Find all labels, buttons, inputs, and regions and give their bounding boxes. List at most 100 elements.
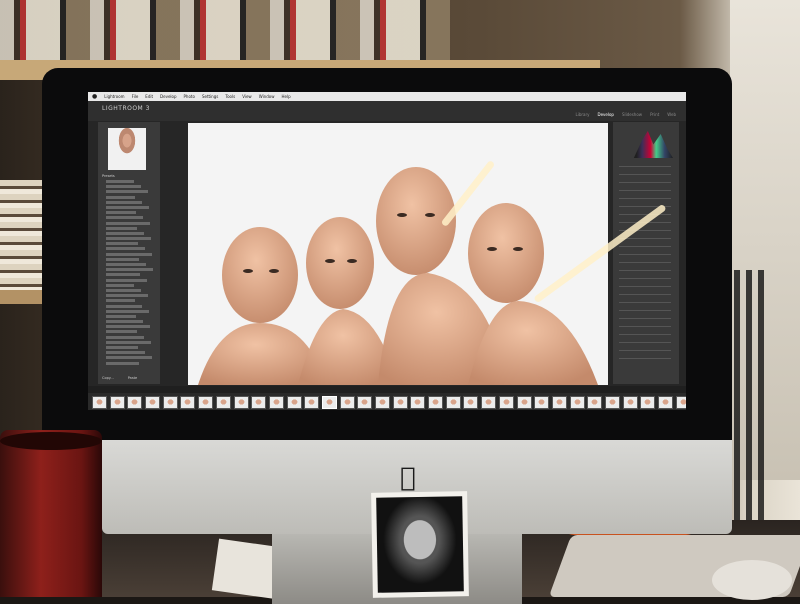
filmstrip-thumbnail[interactable] (198, 396, 214, 409)
filmstrip-thumbnail[interactable] (145, 396, 161, 409)
preset-item[interactable] (106, 314, 136, 318)
filmstrip-thumbnail[interactable] (445, 396, 461, 409)
filmstrip-thumbnail[interactable] (658, 396, 673, 409)
menu-item-edit[interactable]: Edit (145, 94, 153, 99)
filmstrip-thumbnail[interactable] (640, 396, 656, 409)
menu-item-photo[interactable]: Photo (184, 94, 195, 99)
filmstrip-thumbnail[interactable] (251, 396, 267, 409)
preset-item[interactable] (106, 195, 135, 199)
filmstrip-thumbnail[interactable] (339, 396, 355, 409)
filmstrip-thumbnail[interactable] (304, 396, 320, 409)
preset-item[interactable] (106, 356, 152, 360)
preset-item[interactable] (106, 273, 140, 277)
preset-item[interactable] (106, 268, 153, 272)
menu-item-develop[interactable]: Develop (160, 94, 176, 99)
filmstrip-thumbnail[interactable] (268, 396, 284, 409)
preset-item[interactable] (106, 325, 150, 329)
preset-item[interactable] (106, 309, 149, 313)
filmstrip-thumbnail[interactable] (622, 396, 638, 409)
preset-item[interactable] (106, 283, 134, 287)
preset-item[interactable] (106, 185, 141, 189)
filmstrip-thumbnail[interactable] (604, 396, 620, 409)
filmstrip-thumbnail[interactable] (516, 396, 532, 409)
menu-item-window[interactable]: Window (259, 94, 275, 99)
preset-item[interactable] (106, 320, 143, 324)
menu-item-view[interactable]: View (242, 94, 252, 99)
app-toolbar: LIGHTROOM 3 Library Develop Slideshow Pr… (88, 101, 686, 121)
menu-item-settings[interactable]: Settings (202, 94, 218, 99)
preset-item[interactable] (106, 335, 144, 339)
filmstrip-thumbnail[interactable] (180, 396, 196, 409)
develop-sliders[interactable] (619, 166, 671, 366)
preset-item[interactable] (106, 299, 135, 303)
menu-item-file[interactable]: File (132, 94, 139, 99)
filmstrip-thumbnail[interactable] (428, 396, 444, 409)
preset-item[interactable] (106, 237, 151, 241)
menu-item-app[interactable]: Lightroom (104, 94, 124, 99)
menu-item-help[interactable]: Help (281, 94, 290, 99)
module-library[interactable]: Library (575, 112, 589, 117)
filmstrip-thumbnail[interactable] (92, 396, 107, 409)
preset-item[interactable] (106, 330, 137, 334)
preset-item[interactable] (106, 231, 144, 235)
filmstrip-thumbnail[interactable] (215, 396, 231, 409)
preset-item[interactable] (106, 211, 136, 215)
filmstrip-thumbnail[interactable] (534, 396, 550, 409)
filmstrip-thumbnail[interactable] (675, 396, 686, 409)
preset-item[interactable] (106, 294, 148, 298)
filmstrip-thumbnail[interactable] (109, 396, 125, 409)
filmstrip-thumbnail[interactable] (357, 396, 373, 409)
preset-item[interactable] (106, 190, 148, 194)
preset-item[interactable] (106, 351, 145, 355)
filmstrip-thumbnail[interactable] (162, 396, 178, 409)
filmstrip-thumbnail[interactable] (410, 396, 426, 409)
filmstrip-thumbnail[interactable] (498, 396, 514, 409)
preset-item[interactable] (106, 180, 134, 183)
filmstrip-thumbnail[interactable] (481, 396, 497, 409)
right-panel (613, 122, 679, 384)
filmstrip-thumbnail[interactable] (587, 396, 603, 409)
preset-item[interactable] (106, 278, 147, 282)
preset-item[interactable] (106, 340, 151, 344)
filmstrip-thumbnail[interactable] (392, 396, 408, 409)
preset-item[interactable] (106, 205, 149, 209)
filmstrip (88, 393, 686, 410)
polaroid-print (371, 491, 469, 598)
preset-item[interactable] (106, 263, 146, 266)
preset-item[interactable] (106, 216, 143, 220)
preset-item[interactable] (106, 288, 141, 292)
red-cup (0, 430, 102, 597)
filmstrip-thumbnail[interactable] (233, 396, 249, 409)
menu-item-tools[interactable]: Tools (225, 94, 235, 99)
preset-item[interactable] (106, 242, 138, 246)
module-print[interactable]: Print (650, 112, 659, 117)
apple-menu-icon[interactable]: ● (92, 93, 97, 100)
paste-button[interactable]: Paste (128, 376, 137, 380)
filmstrip-thumbnail[interactable] (286, 396, 302, 409)
filmstrip-thumbnail[interactable] (569, 396, 585, 409)
filmstrip-thumbnail[interactable] (551, 396, 567, 409)
preset-item[interactable] (106, 304, 142, 308)
navigator-preview[interactable] (108, 128, 146, 170)
filmstrip-thumbnail[interactable] (375, 396, 390, 409)
preset-item[interactable] (106, 361, 139, 365)
filmstrip-thumbnail[interactable] (127, 396, 143, 409)
presets-header[interactable]: Presets (102, 174, 115, 178)
module-web[interactable]: Web (667, 112, 676, 117)
copy-button[interactable]: Copy... (102, 376, 114, 380)
preset-item[interactable] (106, 252, 152, 256)
main-photo[interactable] (188, 123, 608, 385)
menu-bar: ● Lightroom File Edit Develop Photo Sett… (88, 92, 686, 101)
preset-item[interactable] (106, 221, 150, 225)
preset-item[interactable] (106, 257, 139, 261)
preset-item[interactable] (106, 247, 145, 251)
preset-item[interactable] (106, 226, 137, 230)
module-slideshow[interactable]: Slideshow (622, 112, 642, 117)
preset-item[interactable] (106, 200, 142, 204)
histogram[interactable] (617, 131, 673, 158)
filmstrip-info-bar (88, 386, 686, 393)
filmstrip-thumbnail[interactable] (463, 396, 479, 409)
preset-item[interactable] (106, 346, 138, 349)
filmstrip-thumbnail[interactable] (321, 396, 337, 409)
module-develop[interactable]: Develop (597, 112, 613, 117)
